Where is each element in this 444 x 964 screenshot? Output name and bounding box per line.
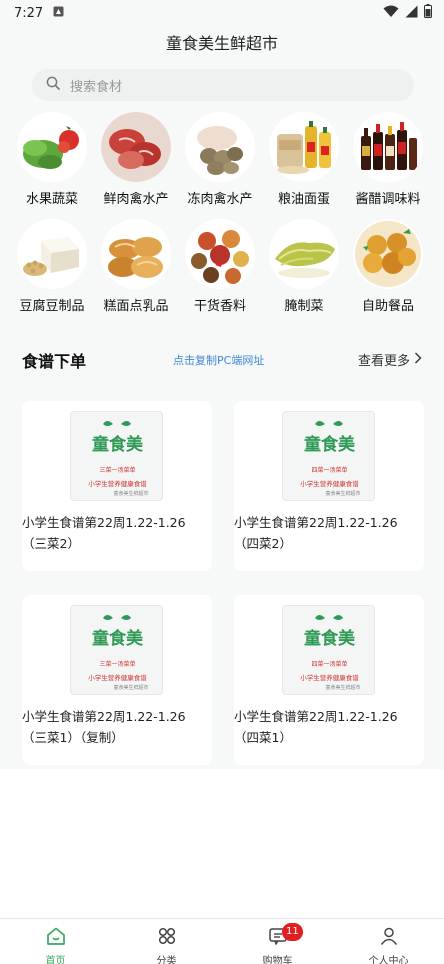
notification-icon [53, 6, 64, 21]
pickled-vegetable-image [269, 219, 339, 289]
page-title: 童食美生鲜超市 [165, 34, 278, 53]
recipe-logo-sub3: 童食美生鲜超市 [325, 684, 360, 691]
recipe-card[interactable]: 童食美 三菜一汤菜单 小学生营养健康食谱 童食美生鲜超市 小学生食谱第22周1.… [22, 595, 212, 765]
view-more-label: 查看更多 [357, 354, 410, 369]
buffet-food-image [353, 219, 423, 289]
status-time: 7:27 [14, 5, 44, 21]
bottom-tab-bar: 首页 分类 11 购物车 个人中心 [0, 918, 444, 964]
recipe-logo-sub2: 小学生营养健康食谱 [88, 479, 147, 488]
recipe-logo-sub2: 小学生营养健康食谱 [300, 673, 359, 682]
tab-home[interactable]: 首页 [0, 919, 111, 964]
category-grid: 水果蔬菜 鲜肉禽水产 冻肉禽水产 粮油面蛋 酱醋调味料 豆腐豆制品 糕面点乳品 … [10, 110, 444, 320]
tab-label: 购物车 [262, 956, 293, 964]
recipe-logo-sub3: 童食美生鲜超市 [113, 490, 148, 497]
recipe-logo-sub1: 三菜一汤菜单 [99, 660, 135, 668]
bakery-dairy-image [101, 219, 171, 289]
home-icon [46, 927, 66, 949]
recipe-logo-sub2: 小学生营养健康食谱 [300, 479, 359, 488]
search-icon [46, 76, 60, 94]
recipe-logo-text: 童食美 [304, 628, 356, 649]
copy-pc-url-link[interactable]: 点击复制PC端网址 [173, 352, 264, 368]
recipe-card[interactable]: 童食美 三菜一汤菜单 小学生营养健康食谱 童食美生鲜超市 小学生食谱第22周1.… [22, 401, 212, 571]
wifi-icon [383, 5, 399, 22]
recipe-card-title: 小学生食谱第22周1.22-1.26（三菜1）（复制） [22, 709, 186, 745]
user-icon [380, 927, 398, 949]
recipe-card-title: 小学生食谱第22周1.22-1.26（四菜2） [234, 515, 398, 551]
recipe-section-title: 食谱下单 [22, 352, 87, 371]
tofu-image [17, 219, 87, 289]
category-label: 粮油面蛋 [277, 192, 330, 207]
category-label: 干货香料 [193, 299, 246, 314]
category-pickled-vegetable[interactable]: 腌制菜 [262, 217, 346, 320]
category-tofu[interactable]: 豆腐豆制品 [10, 217, 94, 320]
signal-icon [405, 5, 418, 22]
recipe-card-title: 小学生食谱第22周1.22-1.26（三菜2） [22, 515, 186, 551]
recipe-logo-sub3: 童食美生鲜超市 [325, 490, 360, 497]
category-grain-oil[interactable]: 粮油面蛋 [262, 110, 346, 213]
fresh-meat-image [101, 112, 171, 182]
recipe-logo-text: 童食美 [92, 628, 144, 649]
category-icon [158, 927, 176, 949]
category-frozen-meat[interactable]: 冻肉禽水产 [178, 110, 262, 213]
recipe-logo-text: 童食美 [304, 434, 356, 455]
recipe-section-header: 食谱下单 点击复制PC端网址 查看更多 [0, 346, 444, 374]
category-label: 腌制菜 [284, 299, 324, 314]
recipe-logo-sub3: 童食美生鲜超市 [113, 684, 148, 691]
recipe-logo-image: 童食美 三菜一汤菜单 小学生营养健康食谱 童食美生鲜超市 [70, 411, 163, 501]
category-label: 豆腐豆制品 [19, 299, 85, 314]
category-buffet-food[interactable]: 自助餐品 [346, 217, 430, 320]
frozen-meat-image [185, 112, 255, 182]
tab-cart[interactable]: 11 购物车 [222, 919, 333, 964]
category-label: 冻肉禽水产 [187, 192, 253, 207]
recipe-logo-image: 童食美 三菜一汤菜单 小学生营养健康食谱 童食美生鲜超市 [70, 605, 163, 695]
category-vegetables-fruit[interactable]: 水果蔬菜 [10, 110, 94, 213]
recipe-card[interactable]: 童食美 四菜一汤菜单 小学生营养健康食谱 童食美生鲜超市 小学生食谱第22周1.… [234, 595, 424, 765]
recipe-logo-text: 童食美 [92, 434, 144, 455]
category-sauce-condiment[interactable]: 酱醋调味料 [346, 110, 430, 213]
search-placeholder: 搜索食材 [70, 79, 123, 95]
dry-spice-image [185, 219, 255, 289]
tab-label: 个人中心 [368, 956, 409, 964]
status-bar: 7:27 [0, 0, 444, 26]
vegetables-fruit-image [17, 112, 87, 182]
tab-label: 分类 [156, 956, 177, 964]
recipe-logo-image: 童食美 四菜一汤菜单 小学生营养健康食谱 童食美生鲜超市 [282, 411, 375, 501]
cart-badge: 11 [282, 923, 303, 941]
view-more-link[interactable]: 查看更多 [358, 350, 422, 369]
chevron-right-icon [414, 352, 422, 368]
recipe-logo-sub1: 三菜一汤菜单 [99, 466, 135, 474]
category-label: 鲜肉禽水产 [103, 192, 169, 207]
tab-profile[interactable]: 个人中心 [333, 919, 444, 964]
category-label: 自助餐品 [361, 299, 414, 314]
category-label: 酱醋调味料 [355, 192, 421, 207]
category-dry-spice[interactable]: 干货香料 [178, 217, 262, 320]
category-bakery-dairy[interactable]: 糕面点乳品 [94, 217, 178, 320]
battery-icon [424, 4, 432, 22]
recipe-card[interactable]: 童食美 四菜一汤菜单 小学生营养健康食谱 童食美生鲜超市 小学生食谱第22周1.… [234, 401, 424, 571]
category-fresh-meat[interactable]: 鲜肉禽水产 [94, 110, 178, 213]
tab-label: 首页 [45, 956, 66, 964]
sauce-condiment-image [353, 112, 423, 182]
recipe-logo-sub2: 小学生营养健康食谱 [88, 673, 147, 682]
category-label: 糕面点乳品 [103, 299, 169, 314]
recipe-logo-image: 童食美 四菜一汤菜单 小学生营养健康食谱 童食美生鲜超市 [282, 605, 375, 695]
tab-category[interactable]: 分类 [111, 919, 222, 964]
grain-oil-image [269, 112, 339, 182]
search-input[interactable]: 搜索食材 [32, 69, 414, 101]
recipe-logo-sub1: 四菜一汤菜单 [311, 660, 347, 668]
category-label: 水果蔬菜 [25, 192, 78, 207]
recipe-logo-sub1: 四菜一汤菜单 [311, 466, 347, 474]
recipe-card-title: 小学生食谱第22周1.22-1.26（四菜1） [234, 709, 398, 745]
